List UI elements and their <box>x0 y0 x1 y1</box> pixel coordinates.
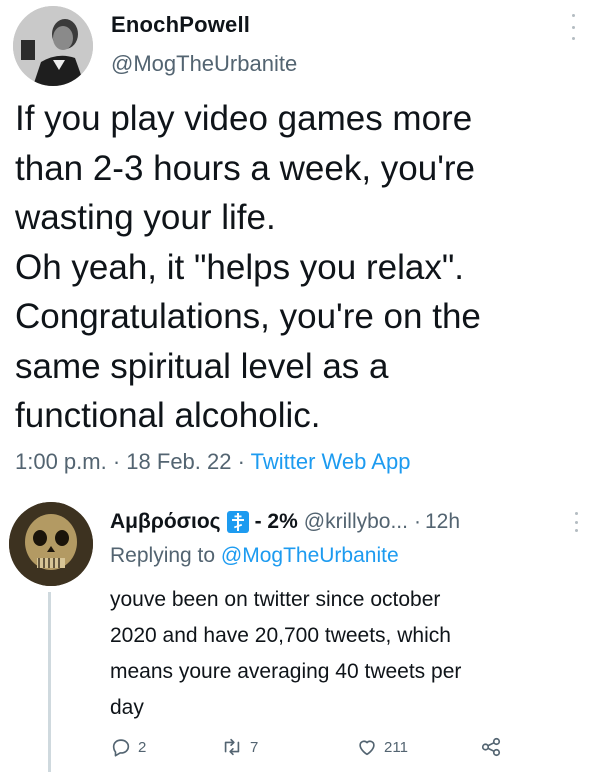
meta-separator: · <box>413 510 421 533</box>
reply-time[interactable]: 12h <box>425 510 460 534</box>
like-button[interactable]: 211 <box>356 736 408 758</box>
user-handle[interactable]: @MogTheUrbanite <box>111 51 297 77</box>
reply-text-line: means youre averaging 40 tweets per <box>110 660 462 683</box>
tweet-text-line: functional alcoholic. <box>15 396 321 435</box>
reply-avatar[interactable] <box>9 502 93 586</box>
replying-to-label: Replying to <box>110 544 216 567</box>
tweet-date[interactable]: 18 Feb. 22 <box>126 449 231 474</box>
reply-name-suffix: - 2% <box>254 510 298 533</box>
tweet-text-line: Oh yeah, it "helps you relax". <box>15 247 464 287</box>
replying-to-mention[interactable]: @MogTheUrbanite <box>221 544 399 567</box>
main-tweet: EnochPowell @MogTheUrbanite If you play … <box>0 0 600 488</box>
tweet-text-line: Congratulations, you're on the <box>15 297 481 336</box>
display-name[interactable]: EnochPowell <box>111 12 250 38</box>
reply-text-line: 2020 and have 20,700 tweets, which <box>110 624 451 647</box>
heart-icon <box>359 740 375 756</box>
tweet-text: If you play video games more than 2-3 ho… <box>15 94 590 441</box>
reply-text-line: youve been on twitter since october <box>110 588 441 611</box>
meta-separator: · <box>237 449 245 474</box>
action-bar: 2 7 211 <box>110 736 530 762</box>
reply-tweet[interactable]: Αμβρόσιος - 2% @krillybo... · 12h Replyi… <box>0 488 600 775</box>
like-count: 211 <box>384 738 408 756</box>
reply-icon <box>112 739 130 757</box>
avatar[interactable] <box>13 6 93 86</box>
retweet-button[interactable]: 7 <box>220 736 258 758</box>
orthodox-cross-icon <box>226 511 249 533</box>
tweet-text-line: than 2-3 hours a week, you're <box>15 148 476 188</box>
tweet-metadata: 1:00 p.m. · 18 Feb. 22 · Twitter Web App <box>15 449 410 475</box>
tweet-source[interactable]: Twitter Web App <box>251 449 411 474</box>
reply-header: Αμβρόσιος - 2% @krillybo... · 12h <box>110 510 460 534</box>
reply-text-line: day <box>110 696 144 719</box>
more-options-icon[interactable] <box>569 14 577 40</box>
share-button[interactable] <box>480 736 502 758</box>
reply-count: 2 <box>138 738 147 756</box>
tweet-text-line: wasting your life. <box>15 198 276 237</box>
tweet-text-line: same spiritual level as a <box>15 346 389 386</box>
reply-display-name[interactable]: Αμβρόσιος <box>110 510 221 534</box>
retweet-icon <box>224 738 240 756</box>
thread-line <box>48 592 51 772</box>
share-icon <box>481 737 501 757</box>
reply-button[interactable]: 2 <box>110 736 146 758</box>
meta-separator: · <box>112 449 121 474</box>
reply-text: youve been on twitter since october 2020… <box>110 582 590 726</box>
tweet-time[interactable]: 1:00 p.m. <box>15 449 107 474</box>
more-options-icon[interactable] <box>573 512 579 532</box>
tweet-text-line: If you play video games more <box>15 99 473 138</box>
reply-handle[interactable]: @krillybo... <box>304 510 408 534</box>
replying-to: Replying to @MogTheUrbanite <box>110 544 399 568</box>
retweet-count: 7 <box>250 738 259 756</box>
